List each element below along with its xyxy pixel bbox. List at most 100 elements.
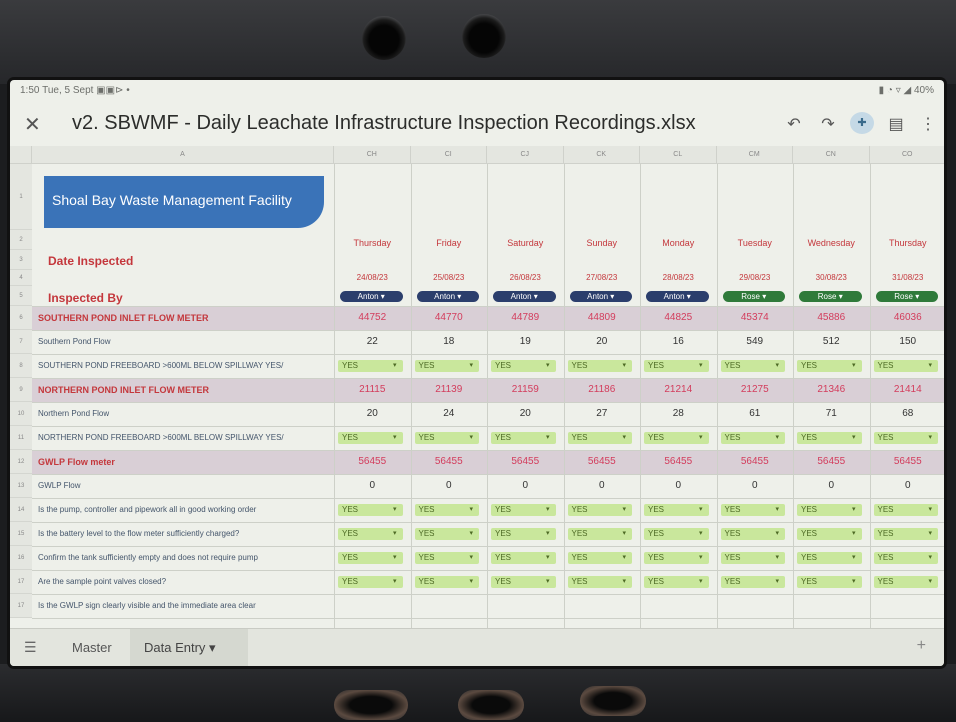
row-header[interactable]: 2: [10, 230, 32, 250]
close-icon[interactable]: ✕: [24, 112, 41, 137]
row-header[interactable]: 17: [10, 594, 32, 618]
yes-no-dropdown[interactable]: YES ▾: [338, 576, 403, 588]
table-cell[interactable]: 0: [870, 474, 945, 498]
table-cell[interactable]: 0: [334, 474, 411, 498]
redo-icon[interactable]: ↷: [816, 114, 840, 134]
inspector-dropdown[interactable]: Rose ▾: [875, 291, 938, 302]
row-label[interactable]: GWLP Flow: [38, 481, 334, 490]
tab-master[interactable]: Master: [72, 640, 112, 655]
table-cell[interactable]: 21414: [870, 378, 945, 402]
yes-no-dropdown[interactable]: YES ▾: [491, 576, 556, 588]
inspector-dropdown[interactable]: Anton ▾: [340, 291, 403, 302]
row-label[interactable]: SOUTHERN POND FREEBOARD >600ML BELOW SPI…: [38, 361, 334, 370]
yes-no-dropdown[interactable]: YES ▾: [567, 432, 632, 444]
yes-no-dropdown[interactable]: YES ▾: [414, 432, 479, 444]
row-label[interactable]: Are the sample point valves closed?: [38, 577, 334, 586]
yes-no-dropdown[interactable]: YES ▾: [414, 504, 479, 516]
yes-no-dropdown[interactable]: YES ▾: [797, 504, 862, 516]
table-cell[interactable]: [793, 594, 870, 618]
table-cell[interactable]: 44809: [564, 306, 641, 330]
yes-no-dropdown[interactable]: YES ▾: [338, 552, 403, 564]
table-cell[interactable]: 22: [334, 330, 411, 354]
yes-no-dropdown[interactable]: YES ▾: [797, 528, 862, 540]
row-label[interactable]: Southern Pond Flow: [38, 337, 334, 346]
yes-no-dropdown[interactable]: YES ▾: [873, 552, 938, 564]
row-label[interactable]: NORTHERN POND FREEBOARD >600ML BELOW SPI…: [38, 433, 334, 442]
yes-no-dropdown[interactable]: YES ▾: [644, 528, 709, 540]
table-cell[interactable]: 21346: [793, 378, 870, 402]
inspector-dropdown[interactable]: Anton ▾: [493, 291, 556, 302]
table-cell[interactable]: 45886: [793, 306, 870, 330]
yes-no-dropdown[interactable]: YES ▾: [644, 360, 709, 372]
table-cell[interactable]: [411, 594, 488, 618]
table-cell[interactable]: [870, 594, 945, 618]
row-label[interactable]: Is the pump, controller and pipework all…: [38, 505, 334, 514]
yes-no-dropdown[interactable]: YES ▾: [873, 432, 938, 444]
yes-no-dropdown[interactable]: YES ▾: [338, 432, 403, 444]
yes-no-dropdown[interactable]: YES ▾: [338, 360, 403, 372]
row-header[interactable]: 9: [10, 378, 32, 402]
corner-cell[interactable]: [10, 146, 32, 164]
row-header[interactable]: 11: [10, 426, 32, 450]
yes-no-dropdown[interactable]: YES ▾: [644, 576, 709, 588]
table-cell[interactable]: 28: [640, 402, 717, 426]
table-cell[interactable]: 16: [640, 330, 717, 354]
table-cell[interactable]: 56455: [334, 450, 411, 474]
row-header[interactable]: 7: [10, 330, 32, 354]
table-cell[interactable]: 68: [870, 402, 945, 426]
yes-no-dropdown[interactable]: YES ▾: [567, 360, 632, 372]
table-cell[interactable]: 61: [717, 402, 794, 426]
undo-icon[interactable]: ↶: [782, 114, 806, 134]
table-cell[interactable]: 44825: [640, 306, 717, 330]
row-header[interactable]: 12: [10, 450, 32, 474]
yes-no-dropdown[interactable]: YES ▾: [567, 576, 632, 588]
yes-no-dropdown[interactable]: YES ▾: [873, 360, 938, 372]
table-cell[interactable]: 18: [411, 330, 488, 354]
table-cell[interactable]: 21139: [411, 378, 488, 402]
add-sheet-icon[interactable]: +: [917, 637, 926, 655]
yes-no-dropdown[interactable]: YES ▾: [720, 360, 785, 372]
row-header[interactable]: 4: [10, 270, 32, 286]
row-label[interactable]: Confirm the tank sufficiently empty and …: [38, 553, 334, 562]
yes-no-dropdown[interactable]: YES ▾: [873, 576, 938, 588]
table-cell[interactable]: 20: [334, 402, 411, 426]
column-header-ch[interactable]: CH: [334, 146, 411, 164]
yes-no-dropdown[interactable]: YES ▾: [797, 360, 862, 372]
table-cell[interactable]: 19: [487, 330, 564, 354]
yes-no-dropdown[interactable]: YES ▾: [491, 552, 556, 564]
yes-no-dropdown[interactable]: YES ▾: [797, 432, 862, 444]
yes-no-dropdown[interactable]: YES ▾: [720, 552, 785, 564]
share-icon[interactable]: ✚: [850, 112, 874, 134]
yes-no-dropdown[interactable]: YES ▾: [797, 576, 862, 588]
table-cell[interactable]: 20: [487, 402, 564, 426]
comments-icon[interactable]: ▤: [884, 114, 908, 134]
all-sheets-menu-icon[interactable]: ☰: [24, 639, 37, 656]
inspector-dropdown[interactable]: Anton ▾: [569, 291, 632, 302]
more-icon[interactable]: ⋮: [916, 114, 940, 134]
yes-no-dropdown[interactable]: YES ▾: [491, 528, 556, 540]
column-header-cm[interactable]: CM: [716, 146, 793, 164]
table-cell[interactable]: 0: [640, 474, 717, 498]
inspector-dropdown[interactable]: Rose ▾: [722, 291, 785, 302]
yes-no-dropdown[interactable]: YES ▾: [644, 504, 709, 516]
yes-no-dropdown[interactable]: YES ▾: [338, 528, 403, 540]
yes-no-dropdown[interactable]: YES ▾: [567, 504, 632, 516]
yes-no-dropdown[interactable]: YES ▾: [414, 576, 479, 588]
table-cell[interactable]: 71: [793, 402, 870, 426]
yes-no-dropdown[interactable]: YES ▾: [567, 552, 632, 564]
row-header[interactable]: 6: [10, 306, 32, 330]
row-header[interactable]: 16: [10, 546, 32, 570]
table-cell[interactable]: 24: [411, 402, 488, 426]
table-cell[interactable]: 0: [793, 474, 870, 498]
yes-no-dropdown[interactable]: YES ▾: [720, 504, 785, 516]
table-cell[interactable]: 21159: [487, 378, 564, 402]
table-cell[interactable]: 20: [564, 330, 641, 354]
row-label[interactable]: NORTHERN POND INLET FLOW METER: [38, 385, 334, 395]
row-header[interactable]: 15: [10, 522, 32, 546]
table-cell[interactable]: 56455: [564, 450, 641, 474]
inspector-dropdown[interactable]: Anton ▾: [646, 291, 709, 302]
table-cell[interactable]: 56455: [870, 450, 945, 474]
tab-data-entry[interactable]: Data Entry ▾: [144, 640, 216, 656]
table-cell[interactable]: 45374: [717, 306, 794, 330]
table-cell[interactable]: 56455: [411, 450, 488, 474]
